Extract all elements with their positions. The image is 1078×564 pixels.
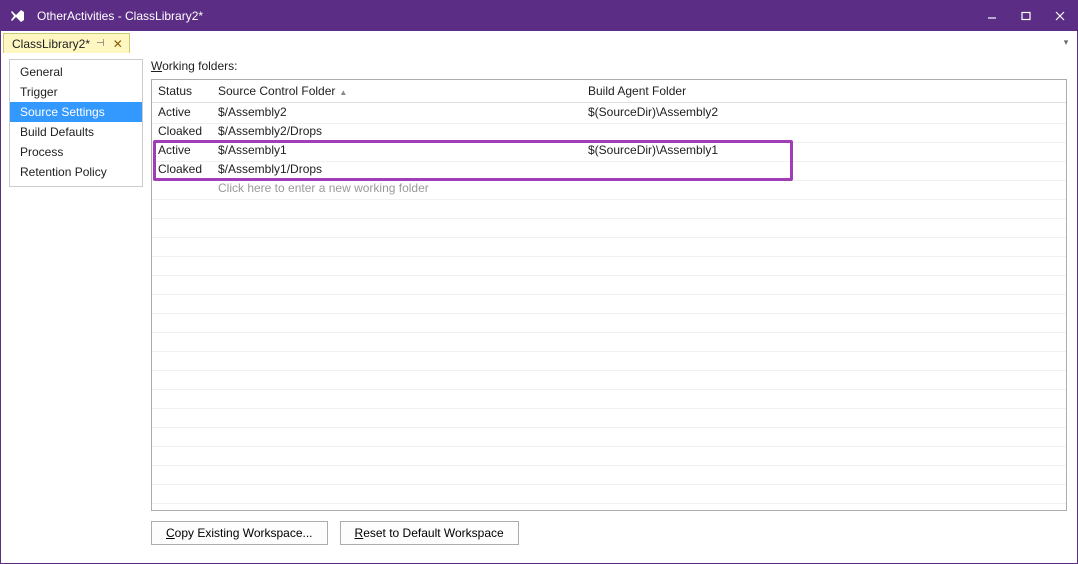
cell-status[interactable]: Cloaked <box>152 160 212 179</box>
working-folders-label: Working folders: <box>151 59 1067 73</box>
window-title: OtherActivities - ClassLibrary2* <box>37 9 203 23</box>
titlebar: OtherActivities - ClassLibrary2* <box>1 1 1077 31</box>
cell-scf[interactable]: $/Assembly2 <box>212 103 582 122</box>
tab-close-icon[interactable]: ✕ <box>111 37 125 51</box>
document-tab[interactable]: ClassLibrary2* ⊣ ✕ <box>3 33 130 53</box>
sidenav-item-build-defaults[interactable]: Build Defaults <box>10 122 142 142</box>
copy-workspace-button[interactable]: Copy Existing Workspace... <box>151 521 328 545</box>
document-tab-label: ClassLibrary2* <box>12 37 90 51</box>
document-tabbar: ClassLibrary2* ⊣ ✕ ▾ <box>1 31 1077 53</box>
cell-baf[interactable]: $(SourceDir)\Assembly2 <box>582 103 1066 122</box>
cell-scf[interactable]: $/Assembly1/Drops <box>212 160 582 179</box>
sidenav-item-general[interactable]: General <box>10 62 142 82</box>
sort-asc-icon: ▲ <box>339 88 347 97</box>
working-folders-grid-wrapper: Status Source Control Folder▲ Build Agen… <box>151 79 1067 511</box>
vs-logo-icon <box>9 7 27 25</box>
cell-status[interactable]: Active <box>152 141 212 160</box>
cell-baf[interactable] <box>582 122 1066 141</box>
placeholder-text[interactable]: Click here to enter a new working folder <box>212 179 582 198</box>
pin-icon[interactable]: ⊣ <box>96 38 105 49</box>
working-folders-grid[interactable]: Status Source Control Folder▲ Build Agen… <box>152 80 1066 198</box>
maximize-button[interactable] <box>1009 3 1043 29</box>
main-panel: Working folders: Status Source Control F… <box>151 59 1067 553</box>
cell-status[interactable]: Cloaked <box>152 122 212 141</box>
col-source-control-folder[interactable]: Source Control Folder▲ <box>212 80 582 103</box>
tab-overflow-icon[interactable]: ▾ <box>1059 35 1073 49</box>
sidenav-item-process[interactable]: Process <box>10 142 142 162</box>
sidenav-item-retention-policy[interactable]: Retention Policy <box>10 162 142 182</box>
reset-workspace-button[interactable]: Reset to Default Workspace <box>340 521 519 545</box>
cell-scf[interactable]: $/Assembly2/Drops <box>212 122 582 141</box>
cell-baf[interactable] <box>582 160 1066 179</box>
minimize-button[interactable] <box>975 3 1009 29</box>
close-button[interactable] <box>1043 3 1077 29</box>
col-status[interactable]: Status <box>152 80 212 103</box>
sidenav-item-trigger[interactable]: Trigger <box>10 82 142 102</box>
button-row: Copy Existing Workspace... Reset to Defa… <box>151 521 1067 545</box>
cell-scf[interactable]: $/Assembly1 <box>212 141 582 160</box>
app-window: OtherActivities - ClassLibrary2* ClassLi… <box>0 0 1078 564</box>
cell-baf[interactable]: $(SourceDir)\Assembly1 <box>582 141 1066 160</box>
cell-status[interactable]: Active <box>152 103 212 122</box>
side-nav: General Trigger Source Settings Build De… <box>9 59 143 187</box>
col-build-agent-folder[interactable]: Build Agent Folder <box>582 80 1066 103</box>
sidenav-item-source-settings[interactable]: Source Settings <box>10 102 142 122</box>
body-area: General Trigger Source Settings Build De… <box>1 53 1077 563</box>
